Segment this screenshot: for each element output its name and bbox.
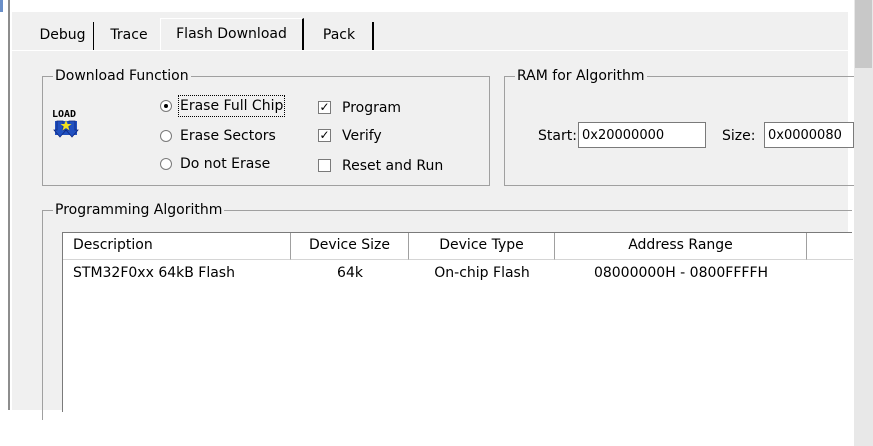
ram-start-input[interactable]: [578, 122, 706, 148]
flash-download-panel: Download Function LOAD Erase Full Chip E…: [12, 58, 864, 420]
left-window-edge: [0, 0, 10, 410]
tab-trace[interactable]: Trace: [98, 22, 160, 50]
program-label: Program: [342, 100, 402, 116]
erase-full-chip-label: Erase Full Chip: [177, 95, 286, 117]
tab-pack[interactable]: Pack: [306, 22, 374, 50]
erase-sectors-label: Erase Sectors: [180, 128, 276, 144]
vertical-scrollbar[interactable]: [854, 0, 873, 446]
column-header-device-type[interactable]: Device Type: [409, 233, 555, 260]
do-not-erase-label: Do not Erase: [180, 156, 271, 172]
reset-and-run-label: Reset and Run: [342, 158, 444, 174]
ram-size-label: Size:: [722, 128, 756, 144]
tab-baseline: [12, 50, 848, 51]
do-not-erase-radio[interactable]: [160, 158, 172, 170]
erase-sectors-radio[interactable]: [160, 130, 172, 142]
download-function-title: Download Function: [53, 67, 191, 85]
programming-algorithm-title: Programming Algorithm: [53, 201, 225, 219]
tab-flash-download[interactable]: Flash Download: [160, 18, 304, 51]
row-device-type: On-chip Flash: [434, 265, 530, 281]
ram-size-input[interactable]: [764, 122, 854, 148]
ram-for-algorithm-title: RAM for Algorithm: [515, 67, 647, 85]
column-header-address-range[interactable]: Address Range: [555, 233, 807, 260]
column-header-device-size[interactable]: Device Size: [291, 233, 409, 260]
svg-text:LOAD: LOAD: [52, 109, 76, 120]
verify-checkbox[interactable]: ✓: [318, 129, 331, 142]
erase-full-chip-radio[interactable]: [160, 100, 172, 112]
scrollbar-thumb[interactable]: [855, 0, 872, 68]
algorithm-list[interactable]: Description Device Size Device Type Addr…: [62, 232, 853, 412]
edge-accent: [0, 0, 3, 12]
ram-start-label: Start:: [538, 128, 577, 144]
column-header-description[interactable]: Description: [63, 233, 291, 260]
row-description: STM32F0xx 64kB Flash: [73, 265, 235, 281]
reset-and-run-checkbox[interactable]: [318, 159, 331, 172]
program-checkbox[interactable]: ✓: [318, 101, 331, 114]
column-header-empty: [807, 233, 853, 260]
row-address-range: 08000000H - 0800FFFFH: [593, 265, 769, 281]
row-device-size: 64k: [337, 265, 363, 281]
tab-strip: Debug Trace Flash Download Pack: [12, 12, 848, 58]
radio-selected-dot: [164, 104, 168, 108]
verify-label: Verify: [342, 128, 382, 144]
load-icon: LOAD: [50, 104, 82, 140]
tab-debug[interactable]: Debug: [32, 22, 94, 50]
